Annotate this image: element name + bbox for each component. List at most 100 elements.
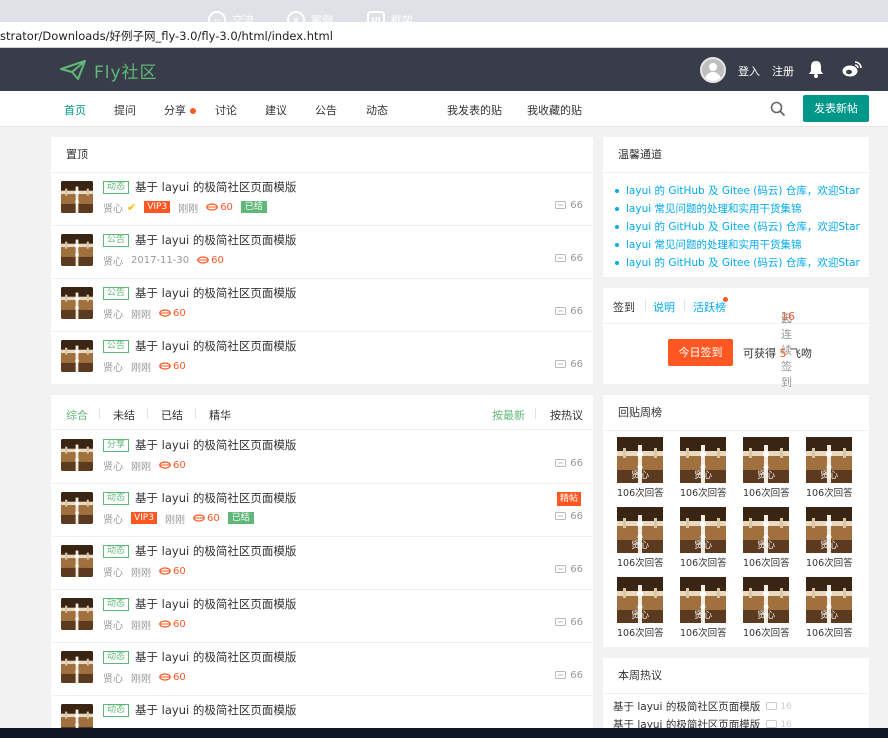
address-bar[interactable]: strator/Downloads/好例子网_fly-3.0/fly-3.0/h…	[0, 22, 888, 48]
rank-user[interactable]: 贤心 106次回答	[806, 577, 853, 639]
post-title[interactable]: 基于 layui 的极简社区页面模版	[135, 338, 296, 354]
post-author[interactable]: 贤心	[103, 306, 123, 321]
rank-user[interactable]: 贤心 106次回答	[617, 507, 664, 569]
post-row[interactable]: 动态 基于 layui 的极简社区页面模版	[51, 696, 593, 728]
post-author[interactable]: 贤心	[103, 617, 123, 632]
post-title[interactable]: 基于 layui 的极简社区页面模版	[135, 232, 296, 248]
rank-answer-count: 106次回答	[743, 628, 790, 639]
post-title[interactable]: 基于 layui 的极简社区页面模版	[135, 543, 296, 559]
rank-user[interactable]: 贤心 106次回答	[806, 437, 853, 499]
author-avatar[interactable]	[61, 545, 93, 577]
notice-link[interactable]: layui 常见问题的处理和实用干货集锦	[613, 236, 869, 254]
topnav-case[interactable]: ♛ 案例	[287, 11, 333, 29]
author-avatar[interactable]	[61, 287, 93, 319]
sort-newest[interactable]: 按最新	[492, 407, 525, 423]
post-author[interactable]: 贤心	[103, 359, 123, 374]
subnav-question[interactable]: 提问	[114, 102, 136, 118]
address-text[interactable]: strator/Downloads/好例子网_fly-3.0/fly-3.0/h…	[0, 28, 333, 44]
post-author[interactable]: 贤心	[103, 564, 123, 579]
post-title[interactable]: 基于 layui 的极简社区页面模版	[135, 596, 296, 612]
post-row[interactable]: 分享 基于 layui 的极简社区页面模版 贤心 刚刚 60 66	[51, 431, 593, 484]
login-link[interactable]: 登入	[738, 63, 760, 79]
post-row[interactable]: 动态 基于 layui 的极简社区页面模版 贤心 ✔ VIP3 刚刚 60 已结 66	[51, 173, 593, 226]
author-avatar[interactable]	[61, 598, 93, 630]
sign-help-link[interactable]: 说明	[653, 299, 675, 315]
notice-link[interactable]: layui 的 GitHub 及 Gitee (码云) 仓库，欢迎Star	[613, 254, 869, 272]
rank-user[interactable]: 贤心 106次回答	[806, 507, 853, 569]
rank-avatar: 贤心	[806, 437, 852, 483]
filter-all[interactable]: 综合	[66, 407, 88, 423]
rank-user[interactable]: 贤心 106次回答	[743, 577, 790, 639]
kiss-icon	[159, 362, 171, 370]
register-link[interactable]: 注册	[772, 63, 794, 79]
weibo-icon[interactable]	[842, 60, 862, 78]
post-row[interactable]: 动态 基于 layui 的极简社区页面模版 贤心 刚刚 60 66	[51, 537, 593, 590]
notification-bell-icon[interactable]	[808, 60, 824, 78]
post-title[interactable]: 基于 layui 的极简社区页面模版	[135, 285, 296, 301]
kiss-icon	[159, 620, 171, 628]
filter-solved[interactable]: 已结	[161, 407, 183, 423]
sign-in-button[interactable]: 今日签到	[668, 339, 733, 366]
topnav-chat[interactable]: ·· 交流	[208, 11, 254, 29]
sort-hottest[interactable]: 按热议	[550, 407, 583, 423]
subnav-home[interactable]: 首页	[64, 102, 86, 118]
notice-link[interactable]: layui 的 GitHub 及 Gitee (码云) 仓库，欢迎Star	[613, 182, 869, 200]
post-author[interactable]: 贤心	[103, 253, 123, 268]
post-author[interactable]: 贤心	[103, 200, 123, 215]
post-title[interactable]: 基于 layui 的极简社区页面模版	[135, 179, 296, 195]
author-avatar[interactable]	[61, 492, 93, 524]
rank-avatar: 贤心	[743, 577, 789, 623]
subnav-share[interactable]: 分享	[164, 102, 196, 118]
site-logo[interactable]: Fly社区	[60, 58, 158, 83]
post-title[interactable]: 基于 layui 的极简社区页面模版	[135, 702, 296, 718]
author-avatar[interactable]	[61, 340, 93, 372]
post-row[interactable]: 公告 基于 layui 的极简社区页面模版 贤心 2017-11-30 60 66	[51, 226, 593, 279]
kiss-value: 60	[206, 512, 220, 524]
avatar-image	[61, 704, 93, 728]
rank-user[interactable]: 贤心 106次回答	[617, 577, 664, 639]
kiss-count: 60	[193, 513, 220, 524]
search-icon[interactable]	[770, 101, 786, 117]
hot-item[interactable]: 基于 layui 的极简社区页面模版 16	[613, 699, 792, 714]
subnav-my-posts[interactable]: 我发表的贴	[447, 102, 502, 118]
comment-icon	[555, 459, 567, 467]
filter-featured[interactable]: 精华	[209, 407, 231, 423]
rank-user[interactable]: 贤心 106次回答	[680, 507, 727, 569]
post-row[interactable]: 动态 基于 layui 的极简社区页面模版 贤心 VIP3 刚刚 60 已结 精帖 66	[51, 484, 593, 537]
post-row[interactable]: 公告 基于 layui 的极简社区页面模版 贤心 刚刚 60 66	[51, 332, 593, 385]
new-post-button[interactable]: 发表新帖	[803, 95, 869, 122]
author-avatar[interactable]	[61, 704, 93, 728]
subnav-my-fav[interactable]: 我收藏的贴	[527, 102, 582, 118]
rank-user[interactable]: 贤心 106次回答	[617, 437, 664, 499]
author-avatar[interactable]	[61, 439, 93, 471]
rank-user[interactable]: 贤心 106次回答	[680, 437, 727, 499]
notice-link[interactable]: layui 常见问题的处理和实用干货集锦	[613, 200, 869, 218]
post-time: 刚刚	[131, 567, 151, 579]
subnav-news[interactable]: 动态	[366, 102, 388, 118]
post-author[interactable]: 贤心	[103, 511, 123, 526]
post-title[interactable]: 基于 layui 的极简社区页面模版	[135, 649, 296, 665]
rank-user[interactable]: 贤心 106次回答	[680, 577, 727, 639]
active-rank-link[interactable]: 活跃榜	[693, 299, 726, 315]
filter-unsolved[interactable]: 未结	[113, 407, 135, 423]
subnav-suggest[interactable]: 建议	[265, 102, 287, 118]
hot-item[interactable]: 基于 layui 的极简社区页面模版 16	[613, 717, 792, 728]
post-author[interactable]: 贤心	[103, 670, 123, 685]
notice-link[interactable]: layui 的 GitHub 及 Gitee (码云) 仓库，欢迎Star	[613, 218, 869, 236]
rank-user[interactable]: 贤心 106次回答	[743, 507, 790, 569]
topnav-ui[interactable]: UI 框架	[367, 11, 413, 29]
post-row[interactable]: 公告 基于 layui 的极简社区页面模版 贤心 刚刚 60 66	[51, 279, 593, 332]
subnav-notice[interactable]: 公告	[315, 102, 337, 118]
author-avatar[interactable]	[61, 651, 93, 683]
subnav-discuss[interactable]: 讨论	[215, 102, 237, 118]
post-title[interactable]: 基于 layui 的极简社区页面模版	[135, 490, 296, 506]
sign-tab[interactable]: 签到	[613, 299, 635, 315]
post-title[interactable]: 基于 layui 的极简社区页面模版	[135, 437, 296, 453]
user-avatar-icon[interactable]	[700, 57, 726, 83]
author-avatar[interactable]	[61, 181, 93, 213]
author-avatar[interactable]	[61, 234, 93, 266]
post-row[interactable]: 动态 基于 layui 的极简社区页面模版 贤心 刚刚 60 66	[51, 590, 593, 643]
rank-user[interactable]: 贤心 106次回答	[743, 437, 790, 499]
post-row[interactable]: 动态 基于 layui 的极简社区页面模版 贤心 刚刚 60 66	[51, 643, 593, 696]
post-author[interactable]: 贤心	[103, 458, 123, 473]
